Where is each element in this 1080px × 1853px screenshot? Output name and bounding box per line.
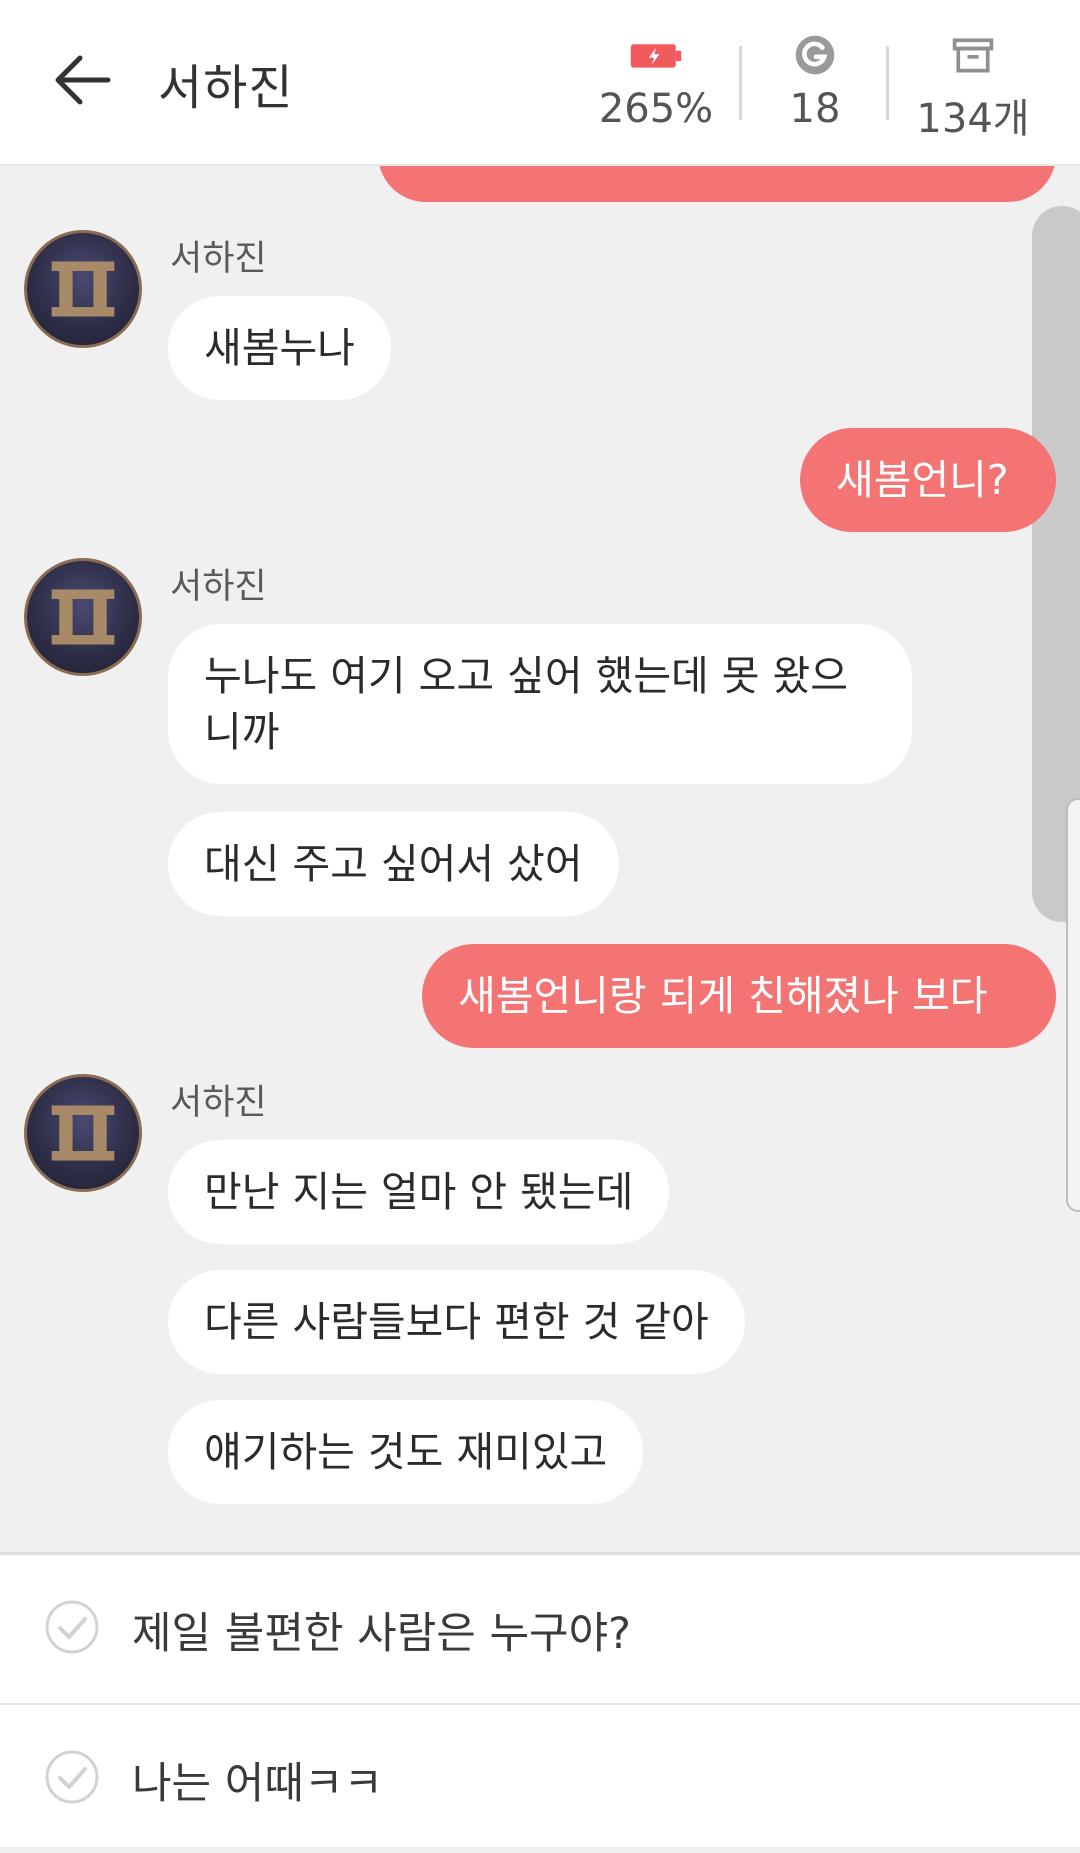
- message-bubble: 누나도 여기 오고 싶어 했는데 못 왔으니까: [168, 624, 912, 784]
- gem-counter[interactable]: 18: [770, 30, 860, 132]
- energy-value: 265%: [598, 86, 714, 132]
- message-bubble: 얘기하는 것도 재미있고: [168, 1400, 644, 1504]
- check-circle-icon: [45, 1600, 99, 1654]
- avatar[interactable]: [24, 230, 142, 348]
- divider: [886, 46, 889, 120]
- avatar[interactable]: [24, 558, 142, 676]
- sender-name: 서하진: [170, 1083, 267, 1123]
- reply-option-label: 제일 불편한 사람은 누구야?: [132, 1609, 631, 1659]
- gem-value: 18: [789, 86, 841, 132]
- monogram-avatar-icon: [51, 261, 115, 317]
- message-bubble: 새봄누나: [168, 296, 391, 400]
- battery-icon: [630, 44, 682, 68]
- page-title: 서하진: [158, 60, 294, 116]
- archive-box-icon: [952, 38, 994, 73]
- item-value: 134개: [916, 96, 1030, 142]
- chat-log[interactable]: 서하진 새봄누나 새봄언니? 서하진 누나도 여기 오고 싶어 했는데 못 왔으…: [0, 166, 1080, 1552]
- message-bubble: 다른 사람들보다 편한 것 같아: [168, 1270, 745, 1374]
- message-bubble-mine: 새봄언니랑 되게 친해졌나 보다: [422, 944, 1056, 1048]
- reply-option-label: 나는 어때ㅋㅋ: [132, 1759, 384, 1809]
- back-arrow-icon[interactable]: [50, 48, 114, 112]
- monogram-avatar-icon: [51, 1105, 115, 1161]
- chat-header: 서하진 265% 18 134개: [0, 0, 1080, 166]
- divider: [739, 46, 742, 120]
- reply-options: 제일 불편한 사람은 누구야? 나는 어때ㅋㅋ: [0, 1552, 1080, 1847]
- monogram-avatar-icon: [51, 589, 115, 645]
- sender-name: 서하진: [170, 239, 267, 279]
- energy-counter[interactable]: 265%: [592, 30, 720, 132]
- sender-name: 서하진: [170, 567, 267, 607]
- scroll-handle[interactable]: [1066, 798, 1080, 1212]
- gem-icon: [795, 35, 835, 75]
- message-bubble: 대신 주고 싶어서 샀어: [168, 812, 619, 916]
- message-bubble: 만난 지는 얼마 안 됐는데: [168, 1140, 670, 1244]
- message-bubble-mine-partial: [378, 166, 1056, 202]
- message-bubble-mine: 새봄언니?: [800, 428, 1056, 532]
- check-circle-icon: [45, 1750, 99, 1804]
- avatar[interactable]: [24, 1074, 142, 1192]
- reply-option[interactable]: 제일 불편한 사람은 누구야?: [0, 1555, 1080, 1703]
- reply-option[interactable]: 나는 어때ㅋㅋ: [0, 1703, 1080, 1853]
- item-counter[interactable]: 134개: [910, 30, 1036, 144]
